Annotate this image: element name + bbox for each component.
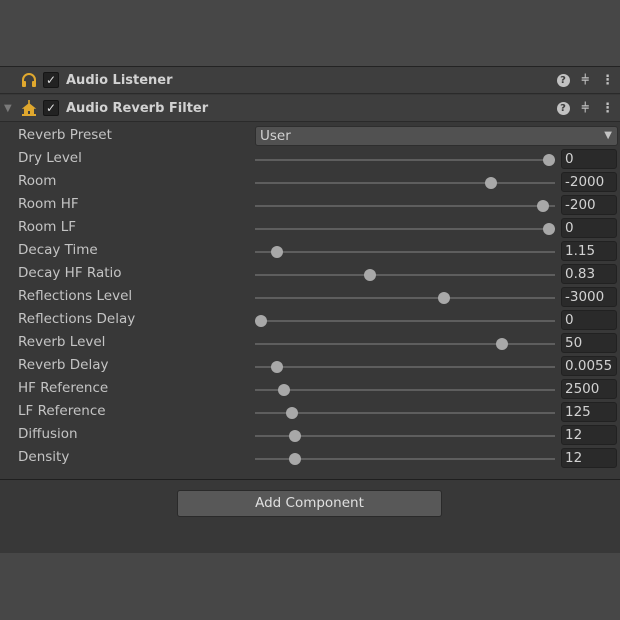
value-field[interactable]: 50 (561, 333, 617, 353)
parameter-row-reflections-level: Reflections Level -3000 (0, 286, 620, 309)
slider-track[interactable] (255, 200, 555, 212)
parameter-row-reverb-level: Reverb Level 50 (0, 332, 620, 355)
field-label: Reflections Level (18, 288, 133, 304)
field-label: Room HF (18, 196, 79, 212)
field-label: Decay HF Ratio (18, 265, 122, 281)
slider-track[interactable] (255, 361, 555, 373)
slider-knob[interactable] (537, 200, 550, 212)
divider (0, 479, 620, 480)
parameter-row-decay-time: Decay Time 1.15 (0, 240, 620, 263)
headphones-icon (22, 73, 36, 87)
value-field[interactable]: 0 (561, 149, 617, 169)
field-label: Diffusion (18, 426, 78, 442)
parameter-row-decay-hf-ratio: Decay HF Ratio 0.83 (0, 263, 620, 286)
help-icon[interactable]: ? (556, 73, 570, 87)
presets-icon[interactable]: ⫩ (582, 101, 589, 116)
reverb-filter-enabled-checkbox[interactable]: ✓ (43, 100, 59, 116)
slider-knob[interactable] (496, 338, 509, 350)
parameter-row-dry-level: Dry Level 0 (0, 148, 620, 171)
slider-track[interactable] (255, 177, 555, 189)
audio-listener-header[interactable]: ✓ Audio Listener ? ⫩ ⋮ (0, 67, 620, 94)
audio-listener-enabled-checkbox[interactable]: ✓ (43, 72, 59, 88)
slider-track[interactable] (255, 407, 555, 419)
slider-knob[interactable] (437, 292, 450, 304)
value-field[interactable]: 1.15 (561, 241, 617, 261)
slider-track[interactable] (255, 453, 555, 465)
parameter-row-density: Density 12 (0, 447, 620, 470)
parameter-row-room-lf: Room LF 0 (0, 217, 620, 240)
field-label: Reflections Delay (18, 311, 136, 327)
value-field[interactable]: 0 (561, 218, 617, 238)
value-field[interactable]: 2500 (561, 379, 617, 399)
field-label: Reverb Preset (18, 127, 112, 143)
slider-knob[interactable] (255, 315, 267, 327)
presets-icon[interactable]: ⫩ (582, 73, 589, 88)
slider-track[interactable] (255, 292, 555, 304)
value-field[interactable]: 0.0055 (561, 356, 617, 376)
slider-track[interactable] (255, 154, 555, 166)
slider-knob[interactable] (485, 177, 498, 189)
parameter-row-reflections-delay: Reflections Delay 0 (0, 309, 620, 332)
value-field[interactable]: -2000 (561, 172, 617, 192)
slider-knob[interactable] (543, 223, 555, 235)
component-title: Audio Listener (66, 72, 173, 88)
field-label: Density (18, 449, 70, 465)
field-label: LF Reference (18, 403, 106, 419)
field-label: Reverb Level (18, 334, 106, 350)
component-title: Audio Reverb Filter (66, 100, 209, 116)
parameter-row-lf-reference: LF Reference 125 (0, 401, 620, 424)
context-menu-icon[interactable]: ⋮ (601, 73, 614, 88)
audio-reverb-filter-header[interactable]: ▼ ✓ Audio Reverb Filter ? ⫩ ⋮ (0, 95, 620, 122)
slider-track[interactable] (255, 269, 555, 281)
slider-knob[interactable] (278, 384, 291, 396)
value-field[interactable]: 0 (561, 310, 617, 330)
inspector-panel: ✓ Audio Listener ? ⫩ ⋮ ▼ ✓ Audio Reverb … (0, 66, 620, 553)
field-label: HF Reference (18, 380, 109, 396)
dropdown-arrow-icon: ▼ (604, 130, 612, 141)
value-field[interactable]: 12 (561, 425, 617, 445)
slider-knob[interactable] (288, 453, 301, 465)
add-component-button[interactable]: Add Component (177, 490, 442, 517)
slider-knob[interactable] (288, 430, 301, 442)
parameter-row-room: Room -2000 (0, 171, 620, 194)
value-field[interactable]: -200 (561, 195, 617, 215)
field-label: Decay Time (18, 242, 98, 258)
parameter-row-diffusion: Diffusion 12 (0, 424, 620, 447)
value-field[interactable]: 12 (561, 448, 617, 468)
slider-track[interactable] (255, 315, 555, 327)
slider-track[interactable] (255, 246, 555, 258)
value-field[interactable]: 125 (561, 402, 617, 422)
value-field[interactable]: -3000 (561, 287, 617, 307)
reverb-preset-dropdown[interactable]: User ▼ (255, 126, 618, 146)
slider-knob[interactable] (271, 361, 284, 373)
foldout-arrow-icon[interactable]: ▼ (4, 103, 12, 114)
slider-track[interactable] (255, 223, 555, 235)
slider-track[interactable] (255, 430, 555, 442)
parameter-row-reverb-delay: Reverb Delay 0.0055 (0, 355, 620, 378)
field-label: Room (18, 173, 57, 189)
parameter-row-room-hf: Room HF -200 (0, 194, 620, 217)
slider-track[interactable] (255, 338, 555, 350)
reverb-filter-icon (21, 100, 37, 116)
parameter-row-hf-reference: HF Reference 2500 (0, 378, 620, 401)
slider-knob[interactable] (364, 269, 377, 281)
slider-knob[interactable] (286, 407, 299, 419)
context-menu-icon[interactable]: ⋮ (601, 101, 614, 116)
slider-knob[interactable] (543, 154, 555, 166)
slider-track[interactable] (255, 384, 555, 396)
field-label: Reverb Delay (18, 357, 109, 373)
help-icon[interactable]: ? (556, 101, 570, 115)
field-label: Dry Level (18, 150, 82, 166)
field-label: Room LF (18, 219, 77, 235)
dropdown-value: User (260, 128, 291, 144)
slider-knob[interactable] (271, 246, 284, 258)
value-field[interactable]: 0.83 (561, 264, 617, 284)
